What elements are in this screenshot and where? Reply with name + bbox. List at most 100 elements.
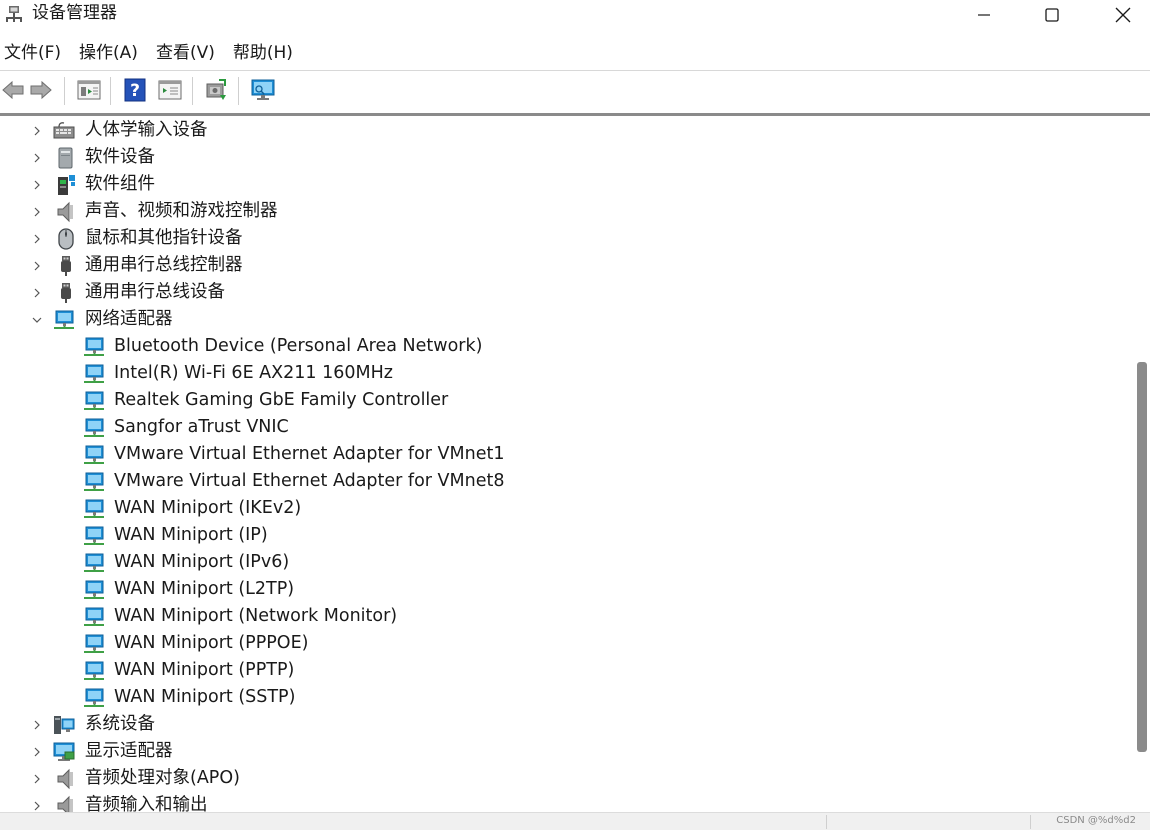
network-adapter-label: VMware Virtual Ethernet Adapter for VMne… — [114, 471, 505, 491]
update-driver-button[interactable] — [203, 77, 229, 103]
scrollbar-thumb[interactable] — [1137, 362, 1147, 752]
back-button[interactable] — [0, 77, 26, 103]
chevron-right-icon[interactable] — [31, 233, 43, 245]
monitor-scan-icon — [251, 79, 275, 100]
network-adapter-item[interactable]: Intel(R) Wi-Fi 6E AX211 160MHz — [0, 360, 1133, 387]
menu-help[interactable]: 帮助(H) — [227, 38, 299, 68]
tree-item-label: 通用串行总线控制器 — [85, 255, 243, 275]
chevron-right-icon[interactable] — [31, 746, 43, 758]
network-adapter-icon — [84, 580, 104, 599]
tree-item-audio-apo[interactable]: 音频处理对象(APO) — [0, 765, 1133, 792]
hid-icon — [53, 121, 75, 138]
network-adapter-item[interactable]: WAN Miniport (L2TP) — [0, 576, 1133, 603]
menu-view[interactable]: 查看(V) — [150, 38, 221, 68]
tree-item-label: 音频处理对象(APO) — [85, 768, 240, 788]
network-adapter-icon — [84, 418, 104, 437]
vertical-scrollbar[interactable] — [1133, 117, 1150, 812]
close-button[interactable] — [1099, 0, 1147, 30]
tree-item-software-components[interactable]: 软件组件 — [0, 171, 1133, 198]
chevron-down-icon[interactable] — [31, 314, 43, 326]
network-adapter-item[interactable]: VMware Virtual Ethernet Adapter for VMne… — [0, 441, 1133, 468]
network-adapter-label: WAN Miniport (PPTP) — [114, 660, 295, 680]
network-adapter-item[interactable]: Realtek Gaming GbE Family Controller — [0, 387, 1133, 414]
tree-item-software-devices[interactable]: 软件设备 — [0, 144, 1133, 171]
network-adapter-item[interactable]: WAN Miniport (IKEv2) — [0, 495, 1133, 522]
chevron-right-icon[interactable] — [31, 152, 43, 164]
network-adapter-item[interactable]: Bluetooth Device (Personal Area Network) — [0, 333, 1133, 360]
tree-item-label: 鼠标和其他指针设备 — [85, 228, 243, 248]
status-separator — [1030, 815, 1031, 829]
update-driver-icon — [206, 79, 226, 100]
tree-item-usb-controllers[interactable]: 通用串行总线控制器 — [0, 252, 1133, 279]
mouse-icon — [58, 227, 74, 250]
usb-icon — [61, 282, 71, 303]
toolbar-separator — [238, 77, 239, 105]
network-adapter-item[interactable]: WAN Miniport (IPv6) — [0, 549, 1133, 576]
network-adapter-icon — [84, 499, 104, 518]
tree-item-mice[interactable]: 鼠标和其他指针设备 — [0, 225, 1133, 252]
tree-item-system-devices[interactable]: 系统设备 — [0, 711, 1133, 738]
maximize-icon — [1045, 8, 1059, 22]
back-arrow-icon — [2, 80, 24, 100]
network-adapter-item[interactable]: WAN Miniport (PPPOE) — [0, 630, 1133, 657]
tree-item-audio-io[interactable]: 音频输入和输出 — [0, 792, 1133, 812]
tree-item-hid[interactable]: 人体学输入设备 — [0, 117, 1133, 144]
menu-file[interactable]: 文件(F) — [0, 38, 67, 68]
usb-icon — [61, 255, 71, 276]
chevron-right-icon[interactable] — [31, 773, 43, 785]
chevron-right-icon[interactable] — [31, 800, 43, 812]
menu-bar: 文件(F) 操作(A) 查看(V) 帮助(H) — [0, 38, 1150, 68]
network-adapter-icon — [54, 310, 74, 329]
window-title: 设备管理器 — [32, 3, 117, 23]
network-adapter-item[interactable]: WAN Miniport (SSTP) — [0, 684, 1133, 711]
minimize-button[interactable] — [960, 0, 1008, 30]
network-adapter-label: WAN Miniport (Network Monitor) — [114, 606, 398, 626]
chevron-right-icon[interactable] — [31, 719, 43, 731]
chevron-right-icon[interactable] — [31, 179, 43, 191]
tree-item-label: 声音、视频和游戏控制器 — [85, 201, 278, 221]
device-manager-app-icon — [6, 6, 22, 22]
tree-item-sound-video-game[interactable]: 声音、视频和游戏控制器 — [0, 198, 1133, 225]
properties-icon — [77, 80, 101, 100]
display-adapter-icon — [53, 742, 75, 761]
tree-item-network-adapters[interactable]: 网络适配器 — [0, 306, 1133, 333]
network-adapter-item[interactable]: WAN Miniport (IP) — [0, 522, 1133, 549]
content-divider — [0, 113, 1150, 116]
forward-button[interactable] — [28, 77, 54, 103]
tree-item-label: 软件设备 — [85, 147, 155, 167]
network-adapter-icon — [84, 607, 104, 626]
menu-action[interactable]: 操作(A) — [73, 38, 144, 68]
speaker-icon — [57, 201, 73, 222]
software-component-icon — [58, 174, 75, 195]
title-bar: 设备管理器 — [0, 0, 1150, 36]
properties-button[interactable] — [76, 77, 102, 103]
close-icon — [1115, 7, 1131, 23]
network-adapter-label: Realtek Gaming GbE Family Controller — [114, 390, 449, 410]
chevron-right-icon[interactable] — [31, 125, 43, 137]
show-hide-button[interactable] — [157, 77, 183, 103]
tree-item-display-adapters[interactable]: 显示适配器 — [0, 738, 1133, 765]
help-icon: ? — [124, 78, 146, 102]
chevron-right-icon[interactable] — [31, 287, 43, 299]
network-adapter-label: WAN Miniport (IPv6) — [114, 552, 290, 572]
chevron-right-icon[interactable] — [31, 260, 43, 272]
network-adapter-item[interactable]: WAN Miniport (Network Monitor) — [0, 603, 1133, 630]
status-separator — [826, 815, 827, 829]
tree-item-label: 人体学输入设备 — [85, 120, 208, 140]
status-bar: CSDN @%d%d2 — [0, 812, 1150, 830]
device-tree: 人体学输入设备 软件设备 软件组件 声音、视频和游戏控制器 鼠标和其他指针设备 … — [0, 117, 1133, 812]
maximize-button[interactable] — [1028, 0, 1076, 30]
network-adapter-icon — [84, 445, 104, 464]
network-adapter-icon — [84, 472, 104, 491]
network-adapter-label: WAN Miniport (PPPOE) — [114, 633, 309, 653]
network-adapter-item[interactable]: Sangfor aTrust VNIC — [0, 414, 1133, 441]
tree-item-usb-devices[interactable]: 通用串行总线设备 — [0, 279, 1133, 306]
tree-item-label: 软件组件 — [85, 174, 155, 194]
scan-hardware-button[interactable] — [250, 77, 276, 103]
help-button[interactable]: ? — [122, 77, 148, 103]
network-adapter-item[interactable]: WAN Miniport (PPTP) — [0, 657, 1133, 684]
network-adapter-item[interactable]: VMware Virtual Ethernet Adapter for VMne… — [0, 468, 1133, 495]
chevron-right-icon[interactable] — [31, 206, 43, 218]
svg-text:?: ? — [130, 81, 140, 101]
network-adapter-label: WAN Miniport (IKEv2) — [114, 498, 302, 518]
